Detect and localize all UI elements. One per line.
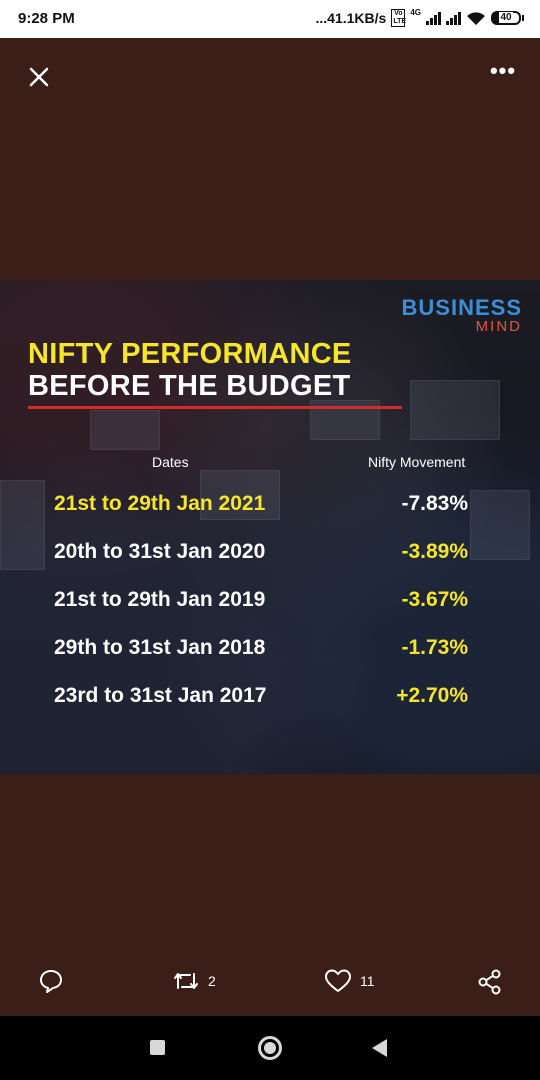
table-row: 23rd to 31st Jan 2017 +2.70% xyxy=(0,684,540,724)
table-row: 21st to 29th Jan 2021 -7.83% xyxy=(0,492,540,532)
table-row: 29th to 31st Jan 2018 -1.73% xyxy=(0,636,540,676)
home-icon[interactable] xyxy=(258,1036,282,1060)
column-header-dates: Dates xyxy=(152,454,189,470)
network-speed: ...41.1KB/s xyxy=(315,10,387,26)
image-title-line1: NIFTY PERFORMANCE xyxy=(28,338,352,370)
battery-level: 40 xyxy=(499,12,513,23)
heart-icon xyxy=(325,969,351,992)
brand-logo: BUSINESS MIND xyxy=(401,295,522,335)
row-movement: -7.83% xyxy=(401,492,468,515)
retweet-count: 2 xyxy=(208,973,216,989)
row-date: 21st to 29th Jan 2019 xyxy=(54,588,266,611)
brand-main: BUSINESS xyxy=(401,295,522,320)
share-button[interactable] xyxy=(476,968,504,996)
volte-icon: Vo LTE xyxy=(391,9,407,27)
like-count: 11 xyxy=(360,973,375,989)
network-type: 4G xyxy=(410,8,421,17)
row-movement: +2.70% xyxy=(396,684,468,707)
tweet-image[interactable]: BUSINESS MIND NIFTY PERFORMANCE BEFORE T… xyxy=(0,280,540,774)
status-indicators: ...41.1KB/s Vo LTE 4G 40 xyxy=(315,8,524,27)
title-underline xyxy=(28,406,402,409)
close-button[interactable] xyxy=(24,62,54,92)
signal-icon xyxy=(446,11,461,25)
reply-icon xyxy=(40,970,62,993)
tweet-actions: 2 11 xyxy=(0,960,540,1010)
column-header-movement: Nifty Movement xyxy=(368,454,466,470)
row-date: 29th to 31st Jan 2018 xyxy=(54,636,266,659)
row-date: 23rd to 31st Jan 2017 xyxy=(54,684,267,707)
row-movement: -1.73% xyxy=(401,636,468,659)
wifi-icon xyxy=(467,11,485,25)
more-options-icon: ••• xyxy=(489,58,517,83)
status-bar: 9:28 PM ...41.1KB/s Vo LTE 4G 40 xyxy=(0,0,540,38)
more-options-button[interactable]: ••• xyxy=(488,60,518,88)
table-row: 21st to 29th Jan 2019 -3.67% xyxy=(0,588,540,628)
battery-icon: 40 xyxy=(491,11,524,25)
row-movement: -3.67% xyxy=(401,588,468,611)
row-date: 21st to 29th Jan 2021 xyxy=(54,492,266,515)
recents-icon[interactable] xyxy=(150,1040,165,1055)
status-time: 9:28 PM xyxy=(18,10,75,27)
share-icon xyxy=(478,969,501,995)
retweet-icon xyxy=(174,973,198,989)
close-icon xyxy=(29,67,49,87)
system-navigation-bar xyxy=(0,1016,540,1080)
retweet-button[interactable]: 2 xyxy=(172,968,216,994)
back-icon[interactable] xyxy=(372,1039,387,1057)
reply-button[interactable] xyxy=(38,968,64,994)
row-movement: -3.89% xyxy=(401,540,468,563)
like-button[interactable]: 11 xyxy=(324,968,375,994)
table-row: 20th to 31st Jan 2020 -3.89% xyxy=(0,540,540,580)
signal-icon xyxy=(426,11,441,25)
brand-sub: MIND xyxy=(475,318,522,335)
image-title-line2: BEFORE THE BUDGET xyxy=(28,370,351,402)
row-date: 20th to 31st Jan 2020 xyxy=(54,540,266,563)
